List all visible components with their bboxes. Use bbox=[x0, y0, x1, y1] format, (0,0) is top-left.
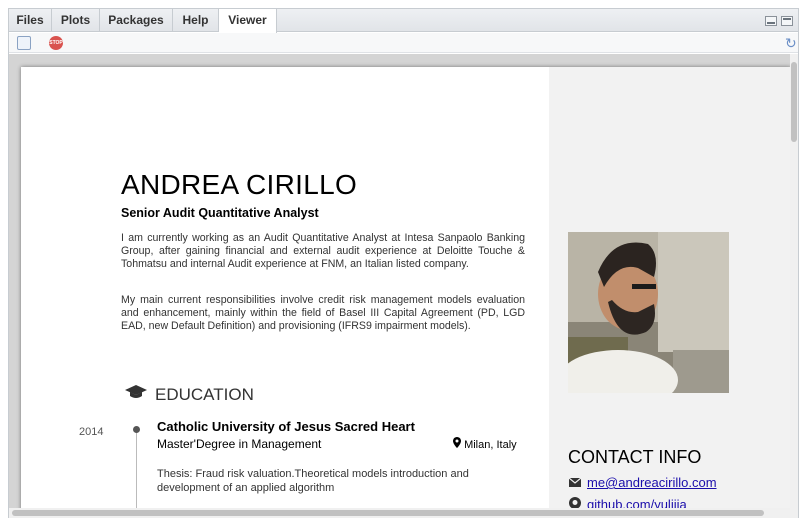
map-marker-icon bbox=[453, 437, 464, 451]
horizontal-scrollbar-thumb[interactable] bbox=[12, 510, 764, 516]
education-heading: EDUCATION bbox=[125, 384, 254, 405]
contact-github[interactable]: github.com/yulijia bbox=[569, 497, 687, 508]
education-heading-label: EDUCATION bbox=[155, 385, 254, 404]
contact-github-link[interactable]: github.com/yulijia bbox=[587, 497, 687, 508]
stop-icon[interactable]: STOP bbox=[49, 36, 63, 50]
tab-plots[interactable]: Plots bbox=[52, 9, 100, 32]
resume-name: ANDREA CIRILLO bbox=[121, 169, 358, 200]
profile-photo bbox=[568, 232, 729, 393]
intro-paragraph: I am currently working as an Audit Quant… bbox=[121, 232, 525, 270]
resume-page: ANDREA CIRILLO Senior Audit Quantitative… bbox=[21, 67, 791, 508]
tab-files[interactable]: Files bbox=[9, 9, 52, 32]
contact-email[interactable]: me@andreacirillo.com bbox=[568, 475, 717, 490]
education-location-text: Milan, Italy bbox=[464, 439, 517, 451]
horizontal-scrollbar[interactable] bbox=[9, 508, 798, 518]
envelope-icon bbox=[568, 477, 582, 490]
pane-tab-bar: Files Plots Packages Help Viewer bbox=[9, 9, 798, 33]
education-location: Milan, Italy bbox=[453, 437, 517, 451]
show-in-new-window-icon[interactable] bbox=[17, 36, 31, 50]
education-degree: Master'Degree in Management bbox=[157, 437, 322, 451]
viewer-toolbar: STOP ↻ bbox=[9, 33, 798, 53]
vertical-scrollbar-thumb[interactable] bbox=[791, 62, 797, 142]
viewer-content: ANDREA CIRILLO Senior Audit Quantitative… bbox=[9, 54, 798, 508]
education-description: Thesis: Fraud risk valuation.Theoretical… bbox=[157, 468, 469, 494]
viewer-pane: Files Plots Packages Help Viewer STOP ↻ … bbox=[8, 8, 799, 518]
tab-help[interactable]: Help bbox=[173, 9, 219, 32]
education-institution: Catholic University of Jesus Sacred Hear… bbox=[157, 419, 415, 434]
minimize-pane-icon[interactable] bbox=[765, 16, 777, 26]
maximize-pane-icon[interactable] bbox=[781, 16, 793, 26]
tab-viewer[interactable]: Viewer bbox=[219, 9, 277, 33]
contact-email-link[interactable]: me@andreacirillo.com bbox=[587, 475, 717, 490]
intro-paragraph: My main current responsibilities involve… bbox=[121, 294, 525, 332]
timeline-line bbox=[136, 432, 137, 508]
resume-job-title: Senior Audit Quantitative Analyst bbox=[121, 206, 319, 220]
graduation-cap-icon bbox=[125, 384, 149, 405]
contact-info-heading: CONTACT INFO bbox=[568, 447, 702, 467]
refresh-icon[interactable]: ↻ bbox=[785, 36, 799, 50]
github-icon bbox=[569, 497, 581, 508]
timeline-dot bbox=[133, 426, 140, 433]
tab-packages[interactable]: Packages bbox=[100, 9, 173, 32]
education-year: 2014 bbox=[79, 426, 104, 438]
vertical-scrollbar[interactable] bbox=[790, 54, 798, 508]
